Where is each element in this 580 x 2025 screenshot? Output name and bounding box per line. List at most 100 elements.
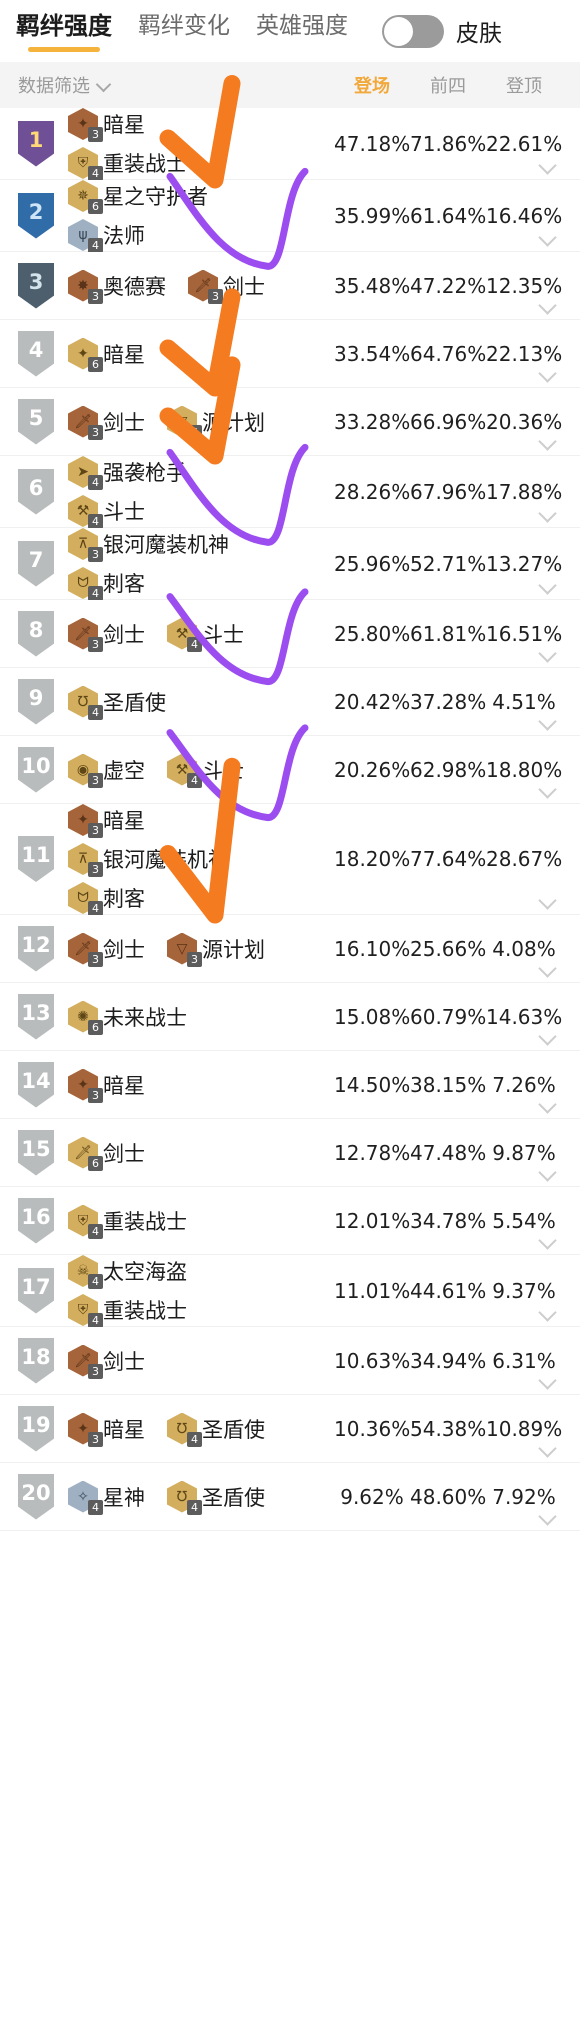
column-header-first[interactable]: 登顶: [486, 72, 562, 98]
trait-item[interactable]: ψ 4 法师: [68, 219, 145, 253]
trait-item[interactable]: ▽ 3 源计划: [167, 932, 265, 967]
chevron-down-icon[interactable]: [538, 1306, 556, 1318]
table-row[interactable]: 16 ⛨ 4 重装战士 12.01% 34.78% 5.54%: [0, 1187, 580, 1255]
trait-item[interactable]: ✦ 3 暗星: [68, 1068, 145, 1103]
trait-count-badge: 3: [88, 1431, 103, 1447]
table-row[interactable]: 11 ✦ 3 暗星 ⊼ 3 银河魔装机神 ᗢ 4 刺客 18.20% 77.64% 28.67%: [0, 804, 580, 916]
trait-item[interactable]: ⚒ 4 斗士: [167, 617, 244, 652]
stat-cells: 33.28% 66.96% 20.36%: [334, 410, 562, 434]
trait-name: 强袭枪手: [103, 461, 187, 485]
trait-count-badge: 6: [88, 1019, 103, 1035]
tab-bond-change[interactable]: 羁绊变化: [138, 14, 230, 48]
table-row[interactable]: 19 ✦ 3 暗星 ℧ 4 圣盾使 10.36% 54.38% 10.89%: [0, 1395, 580, 1463]
trait-item[interactable]: ℧ 4 圣盾使: [167, 1412, 265, 1447]
chevron-down-icon[interactable]: [538, 231, 556, 243]
tab-bond-strength[interactable]: 羁绊强度: [16, 12, 112, 52]
table-row[interactable]: 5 🗡 3 剑士 ▽ 6 源计划 33.28% 66.96% 20.36%: [0, 388, 580, 456]
trait-item[interactable]: ✦ 3 暗星: [68, 1412, 145, 1447]
trait-item[interactable]: 🗡 3 剑士: [68, 932, 145, 967]
chevron-down-icon[interactable]: [538, 299, 556, 311]
trait-count-badge: 4: [187, 1499, 202, 1515]
column-header-appear[interactable]: 登场: [334, 72, 410, 98]
chevron-down-icon[interactable]: [538, 1098, 556, 1110]
chevron-down-icon[interactable]: [538, 894, 556, 906]
trait-item[interactable]: ᗢ 4 刺客: [68, 882, 145, 916]
trait-item[interactable]: ⛨ 4 重装战士: [68, 147, 187, 181]
table-row[interactable]: 1 ✦ 3 暗星 ⛨ 4 重装战士 47.18% 71.86% 22.61%: [0, 108, 580, 181]
trait-item[interactable]: ✦ 3 暗星: [68, 108, 145, 142]
chevron-down-icon[interactable]: [538, 367, 556, 379]
trait-item[interactable]: ☠ 4 太空海盗: [68, 1255, 187, 1289]
trait-name: 剑士: [103, 1349, 145, 1374]
trait-item[interactable]: ℧ 4 圣盾使: [68, 685, 166, 720]
stat-top4-rate: 61.64%: [410, 203, 487, 228]
trait-item[interactable]: ⊼ 3 银河魔装机神: [68, 528, 229, 562]
table-row[interactable]: 14 ✦ 3 暗星 14.50% 38.15% 7.26%: [0, 1051, 580, 1119]
table-row[interactable]: 2 ✵ 6 星之守护者 ψ 4 法师 35.99% 61.64% 16.46%: [0, 180, 580, 253]
table-row[interactable]: 15 🗡 6 剑士 12.78% 47.48% 9.87%: [0, 1119, 580, 1187]
chevron-down-icon[interactable]: [538, 435, 556, 447]
trait-item[interactable]: 🗡 3 剑士: [68, 617, 145, 652]
rank-badge: 6: [18, 468, 54, 515]
trait-item[interactable]: ⛨ 4 重装战士: [68, 1294, 187, 1328]
chevron-down-icon[interactable]: [538, 1510, 556, 1522]
tab-hero-strength-label: 英雄强度: [256, 12, 348, 39]
chevron-down-icon[interactable]: [538, 783, 556, 795]
trait-hex-icon: ◉ 3: [68, 753, 103, 788]
tab-bond-strength-label: 羁绊强度: [16, 12, 112, 40]
trait-item[interactable]: ⊼ 3 银河魔装机神: [68, 843, 229, 877]
trait-line: ⛨ 4 重装战士: [68, 1294, 334, 1328]
chevron-down-icon[interactable]: [538, 579, 556, 591]
chevron-down-icon[interactable]: [538, 1030, 556, 1042]
table-row[interactable]: 9 ℧ 4 圣盾使 20.42% 37.28% 4.51%: [0, 668, 580, 736]
chevron-down-icon[interactable]: [538, 1166, 556, 1178]
table-row[interactable]: 12 🗡 3 剑士 ▽ 3 源计划 16.10% 25.66% 4.08%: [0, 915, 580, 983]
column-header-top4[interactable]: 前四: [410, 72, 486, 98]
chevron-down-icon[interactable]: [538, 962, 556, 974]
trait-item[interactable]: ➤ 4 强袭枪手: [68, 456, 187, 490]
trait-item[interactable]: 🗡 3 剑士: [68, 405, 145, 440]
table-row[interactable]: 4 ✦ 6 暗星 33.54% 64.76% 22.13%: [0, 320, 580, 388]
trait-item[interactable]: ⚒ 4 斗士: [167, 753, 244, 788]
trait-item[interactable]: ✧ 4 星神: [68, 1480, 145, 1515]
chevron-down-icon[interactable]: [538, 159, 556, 171]
trait-item[interactable]: ℧ 4 圣盾使: [167, 1480, 265, 1515]
table-row[interactable]: 3 ✸ 3 奥德赛 🗡 3 剑士 35.48% 47.22% 12.35%: [0, 252, 580, 320]
trait-item[interactable]: ✦ 3 暗星: [68, 804, 145, 838]
chevron-down-icon[interactable]: [538, 1234, 556, 1246]
table-row[interactable]: 13 ✺ 6 未来战士 15.08% 60.79% 14.63%: [0, 983, 580, 1051]
table-row[interactable]: 17 ☠ 4 太空海盗 ⛨ 4 重装战士 11.01% 44.61% 9.37%: [0, 1255, 580, 1328]
trait-name: 剑士: [223, 274, 265, 299]
table-row[interactable]: 6 ➤ 4 强袭枪手 ⚒ 4 斗士 28.26% 67.96% 17.88%: [0, 456, 580, 529]
skin-toggle[interactable]: [382, 14, 444, 48]
table-row[interactable]: 10 ◉ 3 虚空 ⚒ 4 斗士 20.26% 62.98% 18.80%: [0, 736, 580, 804]
trait-item[interactable]: ⛨ 4 重装战士: [68, 1204, 187, 1239]
trait-item[interactable]: ᗢ 4 刺客: [68, 567, 145, 601]
trait-item[interactable]: ✦ 6 暗星: [68, 337, 145, 372]
trait-item[interactable]: ▽ 6 源计划: [167, 405, 265, 440]
trait-item[interactable]: 🗡 3 剑士: [68, 1344, 145, 1379]
data-filter-button[interactable]: 数据筛选: [18, 72, 111, 98]
chevron-down-icon[interactable]: [538, 647, 556, 659]
stat-top4-rate: 61.81%: [410, 621, 487, 646]
trait-line: ⊼ 3 银河魔装机神: [68, 843, 334, 877]
chevron-down-icon[interactable]: [538, 1374, 556, 1386]
trait-item[interactable]: ✸ 3 奥德赛: [68, 269, 166, 304]
trait-item[interactable]: ◉ 3 虚空: [68, 753, 145, 788]
trait-item[interactable]: ⚒ 4 斗士: [68, 495, 145, 529]
table-row[interactable]: 7 ⊼ 3 银河魔装机神 ᗢ 4 刺客 25.96% 52.71% 13.27%: [0, 528, 580, 601]
chevron-down-icon[interactable]: [538, 507, 556, 519]
chevron-down-icon[interactable]: [538, 715, 556, 727]
trait-hex-icon: ⛨ 4: [68, 1294, 103, 1328]
trait-item[interactable]: ✵ 6 星之守护者: [68, 180, 208, 214]
tab-hero-strength[interactable]: 英雄强度: [256, 12, 348, 48]
trait-name: 圣盾使: [202, 1485, 265, 1510]
trait-item[interactable]: 🗡 6 剑士: [68, 1136, 145, 1171]
trait-item[interactable]: ✺ 6 未来战士: [68, 1000, 187, 1035]
table-row[interactable]: 8 🗡 3 剑士 ⚒ 4 斗士 25.80% 61.81% 16.51%: [0, 600, 580, 668]
trait-item[interactable]: 🗡 3 剑士: [188, 269, 265, 304]
chevron-down-icon[interactable]: [538, 1442, 556, 1454]
trait-line: ℧ 4 圣盾使: [68, 685, 334, 720]
table-row[interactable]: 18 🗡 3 剑士 10.63% 34.94% 6.31%: [0, 1327, 580, 1395]
table-row[interactable]: 20 ✧ 4 星神 ℧ 4 圣盾使 9.62% 48.60% 7.92%: [0, 1463, 580, 1531]
